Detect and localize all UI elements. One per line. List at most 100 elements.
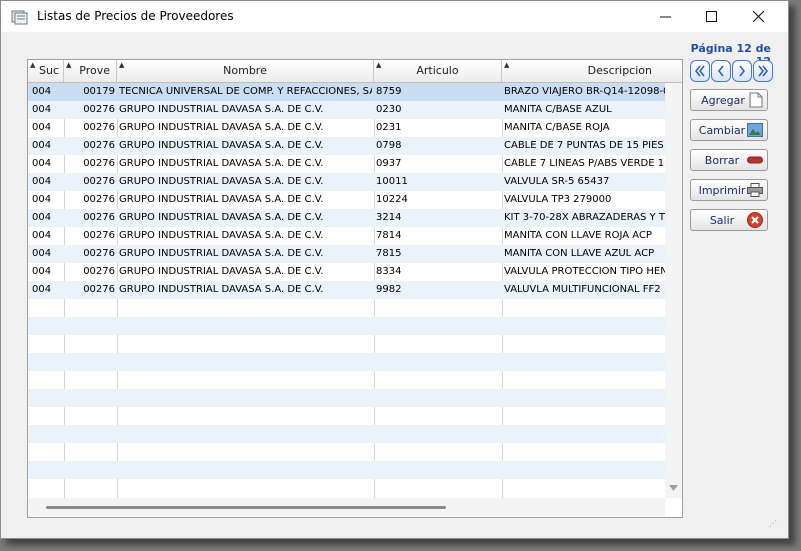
horizontal-scroll-thumb[interactable] [46,506,446,509]
table-cell: VALUVLA MULTIFUNCIONAL FF2 [504,284,661,295]
imprimir-label: Imprimir [698,183,746,197]
empty-row [28,299,665,317]
double-chevron-right-icon [758,65,768,77]
column-header-prove[interactable]: ▲▼ Prove [64,60,117,91]
empty-row [28,335,665,353]
prev-page-button[interactable] [711,60,731,82]
table-cell: GRUPO INDUSTRIAL DAVASA S.A. DE C.V. [119,248,324,259]
table-cell: 004 [32,212,52,223]
table-cell: KIT 3-70-28X ABRAZADERAS Y TOR [504,212,665,223]
column-header-articulo[interactable]: ▲▼ Articulo [374,60,502,91]
first-page-button[interactable] [690,60,710,82]
table-row[interactable]: 004 00276 GRUPO INDUSTRIAL DAVASA S.A. DE … [28,173,665,191]
table-cell: GRUPO INDUSTRIAL DAVASA S.A. DE C.V. [119,230,324,241]
table-cell: 00276 [83,176,115,187]
table-row[interactable]: 004 00276 GRUPO INDUSTRIAL DAVASA S.A. DE … [28,119,665,137]
table-cell: MANITA C/BASE AZUL [504,104,612,115]
table-cell: 10011 [376,176,408,187]
next-page-button[interactable] [732,60,752,82]
borrar-button[interactable]: Borrar [690,149,768,171]
close-button[interactable] [735,1,781,32]
table-cell: TECNICA UNIVERSAL DE COMP. Y REFACCIONES… [119,86,372,97]
table-cell: 0230 [376,104,402,115]
table-cell: GRUPO INDUSTRIAL DAVASA S.A. DE C.V. [119,266,324,277]
table-cell: 0231 [376,122,402,133]
table-row[interactable]: 004 00179 TECNICA UNIVERSAL DE COMP. Y REF… [28,83,665,101]
table-cell: MANITA CON LLAVE AZUL ACP [504,248,655,259]
table-cell: 004 [32,176,52,187]
empty-row [28,317,665,335]
table-row[interactable]: 004 00276 GRUPO INDUSTRIAL DAVASA S.A. DE … [28,191,665,209]
table-row[interactable]: 004 00276 GRUPO INDUSTRIAL DAVASA S.A. DE … [28,263,665,281]
table-cell: GRUPO INDUSTRIAL DAVASA S.A. DE C.V. [119,194,324,205]
table-cell: 004 [32,122,52,133]
column-header-label: Articulo [416,64,459,77]
chevron-right-icon [739,65,745,77]
table-cell: 7814 [376,230,402,241]
table-row[interactable]: 004 00276 GRUPO INDUSTRIAL DAVASA S.A. DE … [28,137,665,155]
table-row[interactable]: 004 00276 GRUPO INDUSTRIAL DAVASA S.A. DE … [28,101,665,119]
column-header-descripcion[interactable]: ▲▼ Descripcion [502,60,682,91]
table-cell: 004 [32,158,52,169]
empty-row [28,371,665,389]
table-cell: 10224 [376,194,408,205]
table-row[interactable]: 004 00276 GRUPO INDUSTRIAL DAVASA S.A. DE … [28,281,665,299]
table-cell: 004 [32,104,52,115]
imprimir-button[interactable]: Imprimir [690,179,768,201]
table-cell: MANITA C/BASE ROJA [504,122,610,133]
table-cell: 00276 [83,158,115,169]
table-row[interactable]: 004 00276 GRUPO INDUSTRIAL DAVASA S.A. DE … [28,245,665,263]
table-cell: 00276 [83,140,115,151]
table-cell: GRUPO INDUSTRIAL DAVASA S.A. DE C.V. [119,176,324,187]
salir-label: Salir [709,213,735,227]
table-row[interactable]: 004 00276 GRUPO INDUSTRIAL DAVASA S.A. DE … [28,155,665,173]
grid-header: ▲▼ Suc ▲▼ Prove ▲▼ Nombre ▲▼ Articulo ▲▼… [28,60,682,91]
printer-icon [747,183,763,197]
column-header-label: Suc [38,64,59,77]
table-cell: 00276 [83,230,115,241]
column-header-label: Nombre [223,64,267,77]
table-cell: MANITA CON LLAVE ROJA ACP [504,230,652,241]
app-icon [11,9,29,25]
resize-grip-icon[interactable]: ⋰ [769,519,777,528]
table-cell: 0937 [376,158,402,169]
double-chevron-left-icon [695,65,705,77]
table-cell: GRUPO INDUSTRIAL DAVASA S.A. DE C.V. [119,158,324,169]
table-cell: 004 [32,284,52,295]
table-cell: 004 [32,248,52,259]
horizontal-scrollbar[interactable] [28,498,665,517]
chevron-left-icon [718,65,724,77]
table-cell: GRUPO INDUSTRIAL DAVASA S.A. DE C.V. [119,104,324,115]
table-cell: GRUPO INDUSTRIAL DAVASA S.A. DE C.V. [119,212,324,223]
agregar-button[interactable]: Agregar [690,89,768,111]
cambiar-button[interactable]: Cambiar [690,119,768,141]
vertical-scrollbar[interactable] [665,83,682,498]
scroll-down-arrow-icon[interactable] [669,485,678,491]
table-cell: 0798 [376,140,402,151]
window-title: Listas de Precios de Proveedores [37,9,234,23]
table-cell: 004 [32,266,52,277]
maximize-button[interactable] [688,1,734,32]
main-window: Listas de Precios de Proveedores Página … [0,0,789,539]
table-cell: 004 [32,86,52,97]
table-cell: 00276 [83,104,115,115]
table-cell: VALVULA TP3 279000 [504,194,612,205]
price-list-grid[interactable]: ▲▼ Suc ▲▼ Prove ▲▼ Nombre ▲▼ Articulo ▲▼… [27,59,683,518]
salir-button[interactable]: Salir [690,209,768,231]
column-header-suc[interactable]: ▲▼ Suc [28,60,64,91]
grid-rows: 004 00179 TECNICA UNIVERSAL DE COMP. Y REF… [28,83,665,497]
table-cell: 00276 [83,194,115,205]
table-cell: 00276 [83,284,115,295]
minimize-button[interactable] [642,1,688,32]
table-cell: 00276 [83,212,115,223]
column-header-label: Descripcion [587,64,652,77]
table-cell: 9982 [376,284,402,295]
empty-row [28,479,665,497]
table-row[interactable]: 004 00276 GRUPO INDUSTRIAL DAVASA S.A. DE … [28,227,665,245]
title-bar: Listas de Precios de Proveedores [1,1,788,32]
agregar-label: Agregar [701,93,745,107]
last-page-button[interactable] [753,60,773,82]
table-row[interactable]: 004 00276 GRUPO INDUSTRIAL DAVASA S.A. DE … [28,209,665,227]
column-header-nombre[interactable]: ▲▼ Nombre [117,60,374,91]
empty-row [28,461,665,479]
